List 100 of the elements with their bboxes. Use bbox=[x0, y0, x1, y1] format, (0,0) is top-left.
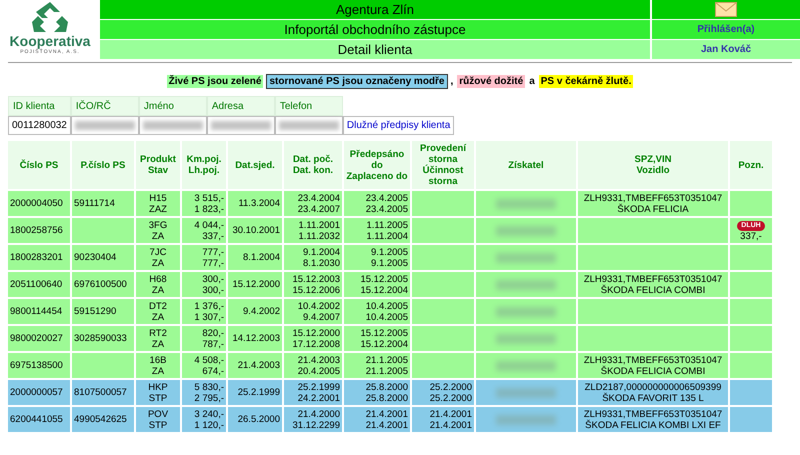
table-cell: 90230404 bbox=[72, 245, 134, 270]
column-header: Získatel bbox=[476, 141, 576, 189]
table-cell: 9800020027 bbox=[8, 326, 70, 351]
logo-text: Kooperativa bbox=[10, 34, 90, 49]
redacted-block bbox=[496, 306, 556, 316]
envelope-icon[interactable] bbox=[715, 2, 737, 17]
table-cell: 21.4.2003 20.4.2005 bbox=[284, 353, 342, 378]
table-cell: RT2 ZA bbox=[136, 326, 180, 351]
legend-tag: stornované PS jsou označeny modře bbox=[267, 75, 446, 88]
column-header: Km.poj. Lh.poj. bbox=[182, 141, 226, 189]
redacted-block bbox=[496, 388, 556, 398]
table-cell: 777,- 777,- bbox=[182, 245, 226, 270]
column-header: Pozn. bbox=[730, 141, 772, 189]
column-header: Předepsáno do Zaplaceno do bbox=[344, 141, 410, 189]
table-cell: 4 508,- 674,- bbox=[182, 353, 226, 378]
header-title: Agentura Zlín bbox=[100, 0, 650, 19]
header-title: Infoportál obchodního zástupce bbox=[100, 20, 650, 39]
table-cell: 21.4.2001 21.4.2001 bbox=[344, 407, 410, 432]
redacted-block bbox=[496, 334, 556, 344]
column-header: Dat. poč. Dat. kon. bbox=[284, 141, 342, 189]
table-cell: 6200441055 bbox=[8, 407, 70, 432]
table-cell: 11.3.2004 bbox=[228, 191, 282, 216]
table-cell: 10.4.2002 9.4.2007 bbox=[284, 299, 342, 324]
column-header: Jméno bbox=[138, 96, 207, 116]
table-cell: 15.12.2000 bbox=[228, 272, 282, 297]
column-header: Provedení storna Účinnost storna bbox=[412, 141, 474, 189]
redacted-block bbox=[210, 121, 271, 130]
table-cell: 3028590033 bbox=[72, 326, 134, 351]
table-cell: 15.12.2000 17.12.2008 bbox=[284, 326, 342, 351]
column-header: SPZ,VIN Vozidlo bbox=[578, 141, 728, 189]
legend-tag: Živé PS jsou zelené bbox=[166, 75, 264, 88]
table-cell: 14.12.2003 bbox=[228, 326, 282, 351]
table-cell: 23.4.2005 23.4.2005 bbox=[344, 191, 410, 216]
table-cell: 16B ZA bbox=[136, 353, 180, 378]
column-header: Telefon bbox=[274, 96, 343, 116]
table-cell: 9.1.2005 9.1.2005 bbox=[344, 245, 410, 270]
table-cell: 820,- 787,- bbox=[182, 326, 226, 351]
redacted-block bbox=[496, 414, 556, 424]
table-cell: 21.1.2005 21.1.2005 bbox=[344, 353, 410, 378]
table-cell: 9800114454 bbox=[8, 299, 70, 324]
table-cell: 21.4.2000 31.12.2299 bbox=[284, 407, 342, 432]
table-cell: ZLH9331,TMBEFF653T0351047 ŠKODA FELICIA COMBI bbox=[578, 353, 728, 378]
table-cell: 9.1.2004 8.1.2030 bbox=[284, 245, 342, 270]
table-cell: 21.4.2001 21.4.2001 bbox=[412, 407, 474, 432]
table-cell: 3 515,- 1 823,- bbox=[182, 191, 226, 216]
table-cell: 0011280032 bbox=[8, 116, 71, 135]
redacted-block bbox=[74, 121, 135, 130]
table-cell: 1.11.2005 1.11.2004 bbox=[344, 218, 410, 243]
redacted-block bbox=[496, 198, 556, 208]
table-cell: ZLH9331,TMBEFF653T0351047 ŠKODA FELICIA COMBI bbox=[578, 272, 728, 297]
table-cell: 2000004050 bbox=[8, 191, 70, 216]
redacted-block bbox=[278, 121, 339, 130]
debt-amount: 337,- bbox=[740, 231, 762, 242]
table-cell: 9.4.2002 bbox=[228, 299, 282, 324]
legend-text: a bbox=[529, 76, 535, 87]
column-header: Dat.sjed. bbox=[228, 141, 282, 189]
header-user-text: Jan Kováč bbox=[700, 44, 752, 55]
header-user-text: Přihlášen(a) bbox=[697, 24, 755, 35]
table-cell: ZLH9331,TMBEFF653T0351047 ŠKODA FELICIA bbox=[578, 191, 728, 216]
table-cell: 1.11.2001 1.11.2032 bbox=[284, 218, 342, 243]
table-cell: H68 ZA bbox=[136, 272, 180, 297]
table-cell: 5 830,- 2 795,- bbox=[182, 380, 226, 405]
table-cell: 25.2.1999 bbox=[228, 380, 282, 405]
legend-tag: PS v čekárně žlutě. bbox=[538, 75, 634, 88]
column-header: Produkt Stav bbox=[136, 141, 180, 189]
table-cell: 30.10.2001 bbox=[228, 218, 282, 243]
table-cell: 3FG ZA bbox=[136, 218, 180, 243]
table-cell: POV STP bbox=[136, 407, 180, 432]
table-cell: 59111714 bbox=[72, 191, 134, 216]
table-cell: ZLD2187,000000000006509399 ŠKODA FAVORIT 135 L bbox=[578, 380, 728, 405]
table-cell: 1800283201 bbox=[8, 245, 70, 270]
column-header: Adresa bbox=[206, 96, 275, 116]
table-cell: 23.4.2004 23.4.2007 bbox=[284, 191, 342, 216]
table-cell: 1800258756 bbox=[8, 218, 70, 243]
table-cell: 300,- 300,- bbox=[182, 272, 226, 297]
column-header: ID klienta bbox=[8, 96, 71, 116]
table-cell: 4 044,- 337,- bbox=[182, 218, 226, 243]
table-cell: 7JC ZA bbox=[136, 245, 180, 270]
logo-icon bbox=[30, 0, 70, 34]
table-cell: 2051100640 bbox=[8, 272, 70, 297]
table-cell: H15 ZAZ bbox=[136, 191, 180, 216]
table-cell: 59151290 bbox=[72, 299, 134, 324]
table-cell: 25.2.2000 25.2.2000 bbox=[412, 380, 474, 405]
table-cell: 25.2.1999 24.2.2001 bbox=[284, 380, 342, 405]
column-header: IČO/RČ bbox=[70, 96, 139, 116]
table-cell: 15.12.2005 15.12.2004 bbox=[344, 326, 410, 351]
table-cell: DT2 ZA bbox=[136, 299, 180, 324]
table-cell: 8.1.2004 bbox=[228, 245, 282, 270]
redacted-block bbox=[496, 226, 556, 236]
table-cell: 25.8.2000 25.8.2000 bbox=[344, 380, 410, 405]
table-cell: ZLH9331,TMBEFF653T0351047 ŠKODA FELICIA KOMBI LXI EF bbox=[578, 407, 728, 432]
table-cell: 3 240,- 1 120,- bbox=[182, 407, 226, 432]
table-cell: 26.5.2000 bbox=[228, 407, 282, 432]
table-cell: 6976100500 bbox=[72, 272, 134, 297]
table-cell: 15.12.2003 15.12.2006 bbox=[284, 272, 342, 297]
table-cell: 21.4.2003 bbox=[228, 353, 282, 378]
table-cell: 8107500057 bbox=[72, 380, 134, 405]
table-cell: 10.4.2005 10.4.2005 bbox=[344, 299, 410, 324]
table-cell: HKP STP bbox=[136, 380, 180, 405]
redacted-block bbox=[142, 121, 203, 130]
